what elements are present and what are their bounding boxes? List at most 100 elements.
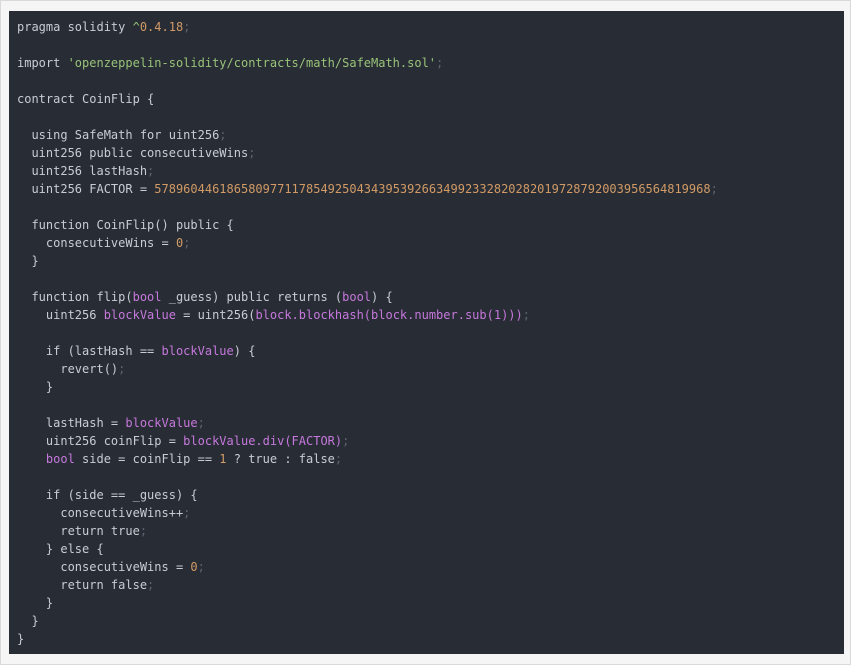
string-literal: 'openzeppelin-solidity/contracts/math/Sa…: [67, 56, 437, 70]
code-line: if (lastHash == blockValue) {: [17, 342, 844, 360]
code-text: uint256 public consecutiveWins: [17, 146, 249, 160]
code-line: bool side = coinFlip == 1 ? true : false…: [17, 450, 844, 468]
code-line: uint256 blockValue = uint256(block.block…: [17, 306, 844, 324]
code-text: }: [17, 596, 54, 610]
code-line: revert();: [17, 360, 844, 378]
punctuation-token: ;: [183, 236, 191, 250]
code-text: using SafeMath for uint256: [17, 128, 220, 142]
punctuation-token: ;: [147, 578, 155, 592]
code-line: } else {: [17, 540, 844, 558]
code-line: }: [17, 630, 844, 648]
keyword-token: bool: [17, 452, 75, 466]
code-line: function CoinFlip() public {: [17, 216, 844, 234]
punctuation-token: ;: [183, 20, 191, 34]
punctuation-token: ;: [183, 506, 191, 520]
punctuation-token: ;: [710, 182, 718, 196]
punctuation-token: ;: [342, 434, 350, 448]
keyword-token: bool: [132, 290, 162, 304]
code-text: uint256 lastHash: [17, 164, 148, 178]
code-line: uint256 public consecutiveWins;: [17, 144, 844, 162]
punctuation-token: ;: [197, 416, 205, 430]
code-line: return false;: [17, 576, 844, 594]
number-literal: 0: [190, 560, 198, 574]
code-text: }: [17, 614, 39, 628]
punctuation-token: ;: [522, 308, 530, 322]
keyword-token: blockValue: [125, 416, 198, 430]
code-text: function flip(: [17, 290, 133, 304]
code-line: import 'openzeppelin-solidity/contracts/…: [17, 54, 844, 72]
keyword-token: block.blockhash(block.number.sub(1))): [255, 308, 523, 322]
code-text: ? true : false: [226, 452, 335, 466]
code-text: if (lastHash ==: [17, 344, 162, 358]
string-literal: ^: [132, 20, 140, 34]
code-text: ) {: [233, 344, 256, 358]
code-text: } else {: [17, 542, 104, 556]
keyword-token: bool: [342, 290, 372, 304]
code-text: function CoinFlip() public {: [17, 218, 234, 232]
code-line: pragma solidity ^0.4.18;: [17, 18, 844, 36]
code-text: consecutiveWins =: [17, 236, 176, 250]
number-literal: 0.4.18: [139, 20, 184, 34]
code-text: pragma solidity: [17, 20, 133, 34]
punctuation-token: ;: [248, 146, 256, 160]
code-text: consecutiveWins++: [17, 506, 184, 520]
code-text: return false: [17, 578, 148, 592]
code-text: import: [17, 56, 68, 70]
code-text: consecutiveWins =: [17, 560, 191, 574]
code-text: }: [17, 380, 54, 394]
code-text: side = coinFlip ==: [74, 452, 220, 466]
code-line: uint256 lastHash;: [17, 162, 844, 180]
code-block[interactable]: pragma solidity ^0.4.18; import 'openzepp…: [9, 11, 844, 654]
code-text: ) {: [371, 290, 393, 304]
code-text: _guess) public returns (: [161, 290, 343, 304]
number-literal: 5789604461865809771178549250434395392663…: [154, 182, 711, 196]
code-line: return true;: [17, 522, 844, 540]
code-line: if (side == _guess) {: [17, 486, 844, 504]
code-line: }: [17, 252, 844, 270]
keyword-token: blockValue.div(FACTOR): [183, 434, 343, 448]
code-text: uint256 coinFlip =: [17, 434, 184, 448]
code-text: if (side == _guess) {: [17, 488, 198, 502]
code-text: return true: [17, 524, 140, 538]
code-text: revert(): [17, 362, 119, 376]
punctuation-token: ;: [147, 164, 155, 178]
punctuation-token: ;: [219, 128, 227, 142]
keyword-token: blockValue: [161, 344, 234, 358]
code-line: }: [17, 594, 844, 612]
code-text: uint256: [17, 308, 104, 322]
code-line: contract CoinFlip {: [17, 90, 844, 108]
code-text: = uint256(: [175, 308, 256, 322]
number-literal: 1: [219, 452, 227, 466]
code-text: lastHash =: [17, 416, 126, 430]
code-line: consecutiveWins = 0;: [17, 558, 844, 576]
code-frame: pragma solidity ^0.4.18; import 'openzepp…: [0, 0, 851, 665]
code-text: }: [17, 632, 25, 646]
code-text: contract CoinFlip {: [17, 92, 155, 106]
code-text: }: [17, 254, 39, 268]
code-line: lastHash = blockValue;: [17, 414, 844, 432]
code-text: uint256 FACTOR =: [17, 182, 155, 196]
punctuation-token: ;: [334, 452, 343, 466]
code-line: }: [17, 612, 844, 630]
punctuation-token: ;: [436, 56, 444, 70]
code-line: function flip(bool _guess) public return…: [17, 288, 844, 306]
punctuation-token: ;: [118, 362, 126, 376]
code-content[interactable]: pragma solidity ^0.4.18; import 'openzepp…: [17, 18, 844, 648]
punctuation-token: ;: [197, 560, 205, 574]
punctuation-token: ;: [139, 524, 148, 538]
code-line: }: [17, 378, 844, 396]
keyword-token: blockValue: [103, 308, 176, 322]
code-line: uint256 coinFlip = blockValue.div(FACTOR…: [17, 432, 844, 450]
code-line: uint256 FACTOR = 57896044618658097711785…: [17, 180, 844, 198]
code-line: using SafeMath for uint256;: [17, 126, 844, 144]
code-line: consecutiveWins++;: [17, 504, 844, 522]
code-line: consecutiveWins = 0;: [17, 234, 844, 252]
